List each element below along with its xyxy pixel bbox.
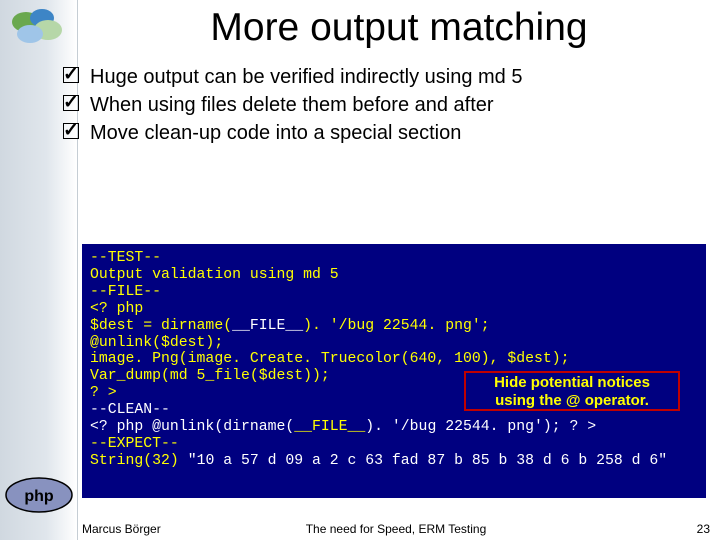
slide-title: More output matching [94,6,704,50]
bullet-item: ✓ When using files delete them before an… [60,92,704,118]
bullet-item: ✓ Move clean-up code into a special sect… [60,120,704,146]
slide: php More output matching ✓ Huge output c… [0,0,720,540]
footer: Marcus Börger The need for Speed, ERM Te… [82,522,710,536]
cloud-logo-icon [8,6,68,48]
checkmark-icon: ✓ [60,120,90,146]
svg-text:php: php [24,488,54,505]
php-logo-icon: php [4,476,74,514]
bullet-item: ✓ Huge output can be verified indirectly… [60,64,704,90]
footer-title: The need for Speed, ERM Testing [82,522,710,536]
callout-box: Hide potential notices using the @ opera… [464,371,680,411]
bullet-text: Move clean-up code into a special sectio… [90,120,461,146]
callout-line: Hide potential notices [466,374,678,392]
callout-line: using the @ operator. [466,392,678,410]
bullet-text: When using files delete them before and … [90,92,494,118]
checkmark-icon: ✓ [60,92,90,118]
bullet-list: ✓ Huge output can be verified indirectly… [60,64,704,148]
checkmark-icon: ✓ [60,64,90,90]
bullet-text: Huge output can be verified indirectly u… [90,64,522,90]
